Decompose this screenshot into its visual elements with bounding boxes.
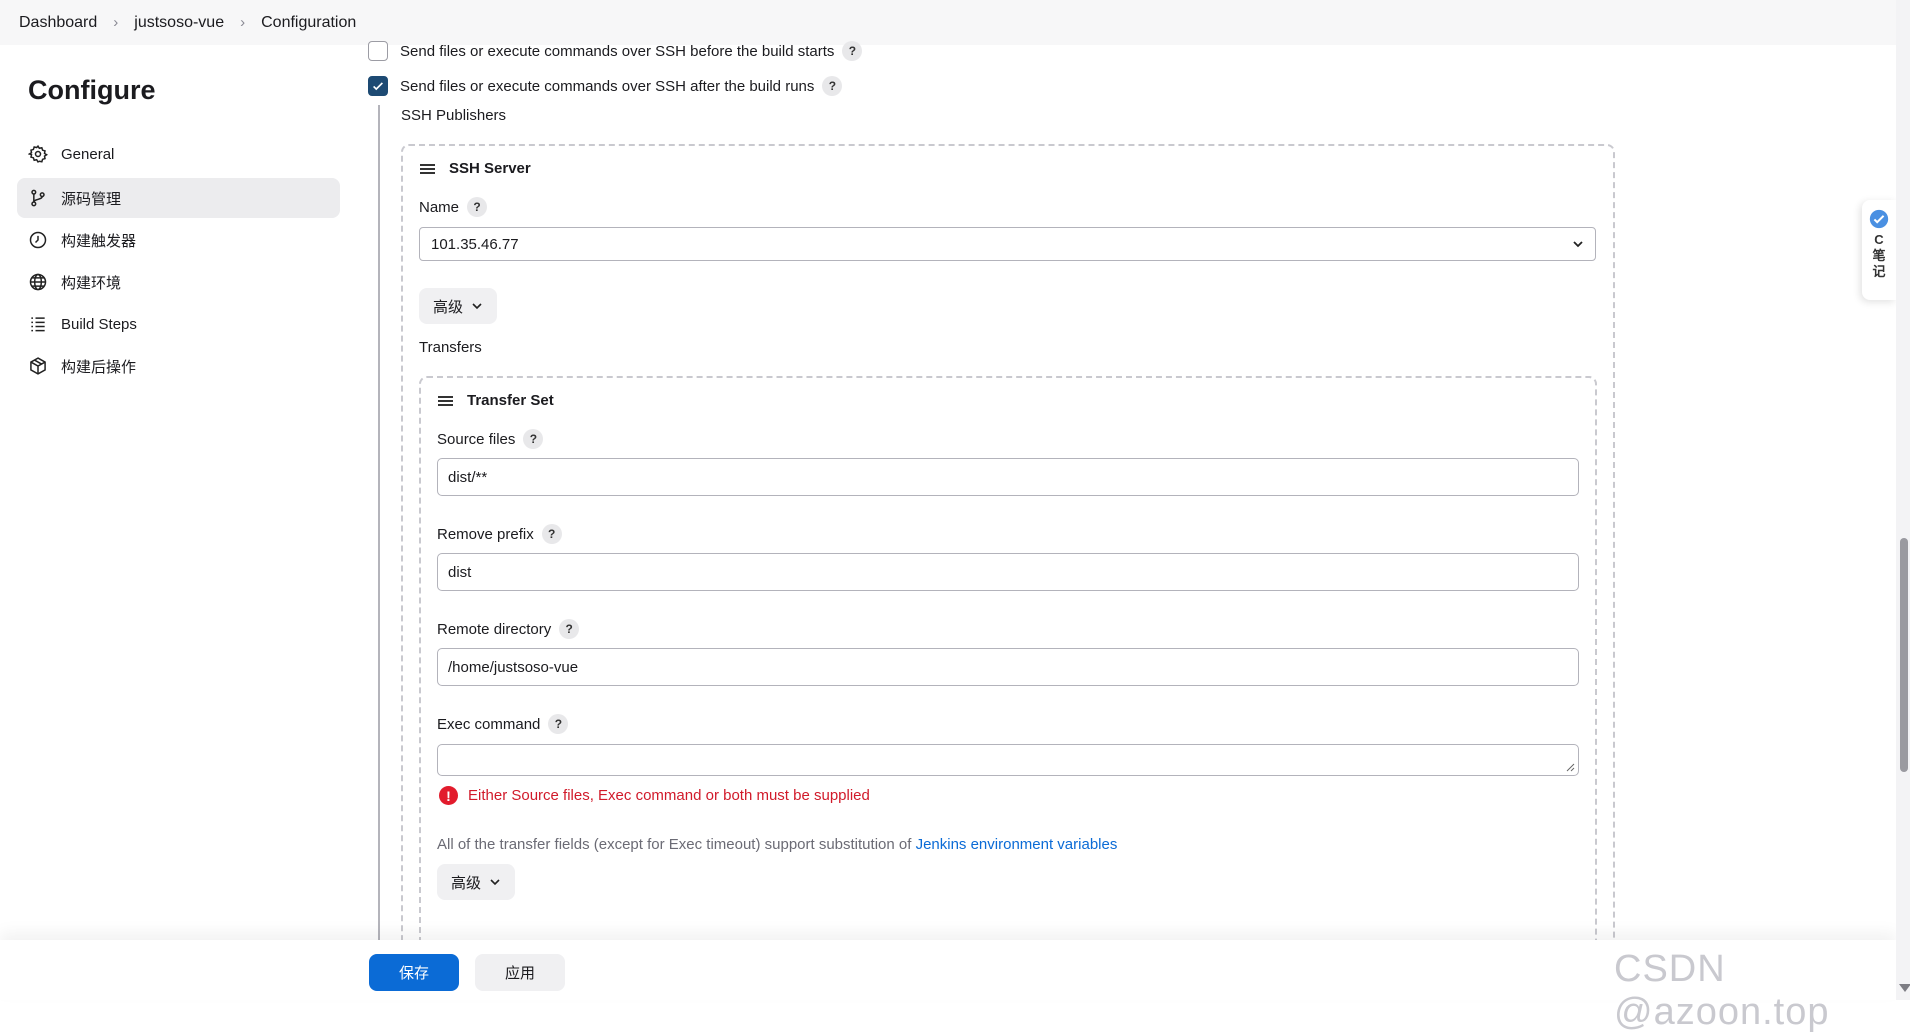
source-files-label: Source files bbox=[437, 430, 516, 448]
chevron-down-icon bbox=[1573, 241, 1583, 248]
ssh-server-name-value: 101.35.46.77 bbox=[431, 235, 519, 253]
substitution-note: All of the transfer fields (except for E… bbox=[437, 836, 1117, 853]
globe-icon bbox=[27, 271, 49, 293]
note-app-icon bbox=[1869, 209, 1889, 229]
sidebar-item-label: 构建触发器 bbox=[61, 232, 137, 250]
breadcrumb-dashboard[interactable]: Dashboard bbox=[19, 14, 97, 32]
ssh-server-advanced-button[interactable]: 高级 bbox=[419, 288, 497, 324]
help-icon[interactable]: ? bbox=[822, 76, 843, 96]
sidebar-item-triggers[interactable]: 构建触发器 bbox=[17, 220, 340, 260]
sidebar-item-label: 构建后操作 bbox=[61, 358, 137, 376]
chevron-right-icon: › bbox=[113, 14, 119, 31]
chevron-down-icon bbox=[490, 879, 500, 886]
help-icon[interactable]: ? bbox=[559, 619, 580, 639]
ssh-server-name-select[interactable]: 101.35.46.77 bbox=[419, 227, 1596, 261]
transfer-set-header: Transfer Set bbox=[438, 392, 554, 409]
help-icon[interactable]: ? bbox=[467, 197, 488, 217]
gear-icon bbox=[27, 143, 49, 165]
scroll-down-arrow-icon[interactable] bbox=[1899, 984, 1910, 992]
sidebar-item-post-build[interactable]: 构建后操作 bbox=[17, 346, 340, 386]
section-divider bbox=[378, 105, 380, 940]
sidebar: Configure General 源码管理 构建触发器 构建环境 Build … bbox=[0, 45, 360, 1000]
exec-command-textarea[interactable] bbox=[437, 744, 1579, 776]
sidebar-item-label: 构建环境 bbox=[61, 274, 122, 292]
page-title: Configure bbox=[28, 75, 156, 105]
ssh-publishers-label: SSH Publishers bbox=[401, 107, 507, 124]
source-files-input[interactable]: dist/** bbox=[437, 458, 1579, 496]
breadcrumb-configuration: Configuration bbox=[261, 13, 357, 31]
ssh-server-header: SSH Server bbox=[420, 160, 531, 177]
scrollbar-thumb[interactable] bbox=[1900, 538, 1908, 772]
list-icon bbox=[27, 313, 49, 335]
branch-icon bbox=[27, 187, 49, 209]
ssh-server-title: SSH Server bbox=[449, 160, 531, 177]
advanced-label: 高级 bbox=[450, 874, 481, 892]
sidebar-item-environment[interactable]: 构建环境 bbox=[17, 262, 340, 302]
env-variables-link[interactable]: Jenkins environment variables bbox=[916, 836, 1118, 853]
bottom-action-bar bbox=[0, 940, 1896, 1000]
option-label: Send files or execute commands over SSH … bbox=[400, 42, 835, 60]
box-icon bbox=[27, 355, 49, 377]
breadcrumb-project[interactable]: justsoso-vue bbox=[134, 14, 224, 32]
error-message: Either Source files, Exec command or bot… bbox=[468, 787, 870, 804]
error-icon: ! bbox=[439, 786, 458, 805]
name-field-label: Name ? bbox=[419, 197, 488, 217]
drag-handle-icon[interactable] bbox=[438, 395, 453, 406]
remove-prefix-label: Remove prefix bbox=[437, 525, 534, 543]
transfer-advanced-button[interactable]: 高级 bbox=[437, 864, 515, 900]
validation-error: ! Either Source files, Exec command or b… bbox=[439, 786, 870, 805]
transfers-label: Transfers bbox=[419, 339, 482, 356]
source-files-field-label: Source files ? bbox=[437, 429, 544, 449]
chevron-right-icon: › bbox=[240, 14, 246, 31]
help-icon[interactable]: ? bbox=[548, 714, 569, 734]
resize-grip-icon[interactable] bbox=[1566, 763, 1575, 772]
save-button[interactable]: 保存 bbox=[369, 954, 459, 991]
checkbox-before-build[interactable] bbox=[368, 41, 388, 61]
option-ssh-after-build[interactable]: Send files or execute commands over SSH … bbox=[368, 76, 843, 96]
sidebar-item-label: Build Steps bbox=[61, 315, 137, 333]
option-label: Send files or execute commands over SSH … bbox=[400, 77, 815, 95]
help-icon[interactable]: ? bbox=[541, 524, 562, 544]
sidebar-item-scm[interactable]: 源码管理 bbox=[17, 178, 340, 218]
scrollbar-track[interactable] bbox=[1896, 0, 1910, 1000]
chevron-down-icon bbox=[472, 303, 482, 310]
checkbox-after-build[interactable] bbox=[368, 76, 388, 96]
note-text: All of the transfer fields (except for E… bbox=[437, 836, 916, 853]
check-icon bbox=[373, 82, 383, 91]
exec-command-field-label: Exec command ? bbox=[437, 714, 569, 734]
apply-button[interactable]: 应用 bbox=[475, 954, 565, 991]
advanced-label: 高级 bbox=[432, 298, 463, 316]
remote-directory-input[interactable]: /home/justsoso-vue bbox=[437, 648, 1579, 686]
exec-command-label: Exec command bbox=[437, 715, 541, 733]
sidebar-item-label: 源码管理 bbox=[61, 190, 122, 208]
sidebar-item-build-steps[interactable]: Build Steps bbox=[17, 304, 340, 344]
drag-handle-icon[interactable] bbox=[420, 163, 435, 174]
remote-directory-label: Remote directory bbox=[437, 620, 552, 638]
help-icon[interactable]: ? bbox=[523, 429, 544, 449]
sidebar-item-label: General bbox=[61, 145, 115, 163]
side-widget-label: C笔记 bbox=[1872, 232, 1886, 279]
clock-icon bbox=[27, 229, 49, 251]
name-label: Name bbox=[419, 198, 460, 216]
remote-directory-field-label: Remote directory ? bbox=[437, 619, 580, 639]
transfer-set-title: Transfer Set bbox=[467, 392, 554, 409]
sidebar-item-general[interactable]: General bbox=[17, 134, 340, 174]
remove-prefix-input[interactable]: dist bbox=[437, 553, 1579, 591]
watermark: CSDN @azoon.top bbox=[1614, 948, 1830, 1033]
breadcrumb: Dashboard › justsoso-vue › Configuration bbox=[0, 0, 1896, 45]
side-note-widget[interactable]: C笔记 bbox=[1862, 200, 1896, 300]
help-icon[interactable]: ? bbox=[842, 41, 863, 61]
option-ssh-before-build[interactable]: Send files or execute commands over SSH … bbox=[368, 41, 863, 61]
remove-prefix-field-label: Remove prefix ? bbox=[437, 524, 562, 544]
